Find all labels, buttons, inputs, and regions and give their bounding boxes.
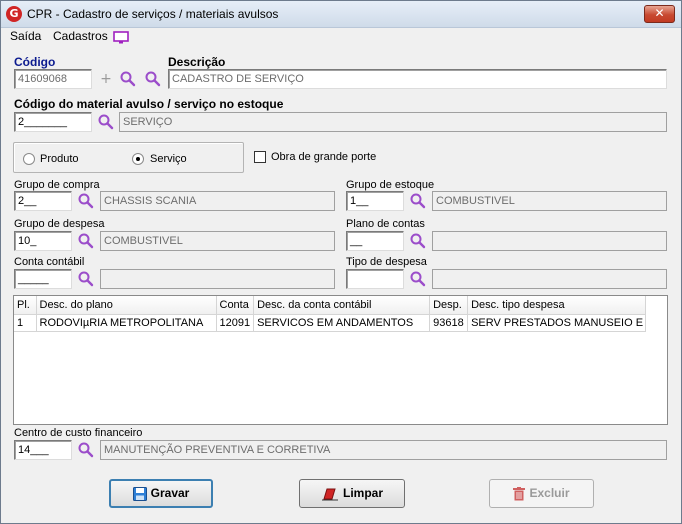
monitor-icon[interactable] [113,31,129,44]
search-plano-contas-icon[interactable] [409,232,427,250]
grid-header-desc-plano[interactable]: Desc. do plano [36,296,217,315]
grid-cell-desp[interactable]: 93618 [429,314,469,332]
codigo-field[interactable]: 41609068 [14,69,92,89]
search-material-icon[interactable] [97,113,115,131]
search-conta-contabil-icon[interactable] [77,270,95,288]
centro-custo-code[interactable]: 14___ [14,440,72,460]
search-description-icon[interactable] [144,70,162,88]
limpar-button[interactable]: Limpar [299,479,405,508]
grid-header-desc-conta[interactable]: Desc. da conta contábil [253,296,431,315]
produto-radio[interactable] [23,153,35,165]
excluir-label: Excluir [529,486,570,500]
table-row[interactable]: 1 RODOVIµRIA METROPOLITANA 12091 SERVICO… [14,314,647,332]
add-icon[interactable]: + [99,72,113,86]
plano-grid[interactable]: Pl. Desc. do plano Conta Desc. da conta … [13,295,668,425]
gravar-button[interactable]: Gravar [109,479,213,508]
title-bar[interactable]: G CPR - Cadastro de serviços / materiais… [1,1,681,28]
conta-contabil-label: Conta contábil [14,256,85,268]
conta-contabil-desc [100,269,335,289]
save-icon [132,486,147,501]
limpar-label: Limpar [342,486,383,500]
search-tipo-despesa-icon[interactable] [409,270,427,288]
plano-contas-desc [432,231,667,251]
grupo-compra-label: Grupo de compra [14,179,100,191]
centro-custo-label: Centro de custo financeiro [14,427,143,439]
grid-header-conta[interactable]: Conta [216,296,255,315]
plano-contas-label: Plano de contas [346,218,425,230]
search-grupo-compra-icon[interactable] [77,192,95,210]
grid-header-desc-despesa[interactable]: Desc. tipo despesa [467,296,647,315]
tipo-despesa-code[interactable] [346,269,404,289]
descricao-field[interactable]: CADASTRO DE SERVIÇO [168,69,667,89]
material-estoque-label: Código do material avulso / serviço no e… [14,97,284,111]
servico-label[interactable]: Serviço [150,153,187,165]
menu-saida[interactable]: Saída [10,29,41,43]
servico-radio[interactable] [132,153,144,165]
gravar-label: Gravar [150,486,190,500]
grid-cell-desc-despesa[interactable]: SERV PRESTADOS MANUSEIO E T [467,314,647,332]
search-icon[interactable] [119,70,137,88]
grid-cell-conta[interactable]: 12091 [216,314,255,332]
app-logo-icon: G [6,6,22,22]
grupo-compra-code[interactable]: 2__ [14,191,72,211]
grupo-estoque-desc: COMBUSTIVEL [432,191,667,211]
descricao-label: Descrição [168,55,226,69]
grid-cell-pl[interactable]: 1 [14,314,37,332]
excluir-button[interactable]: Excluir [489,479,594,508]
obra-label[interactable]: Obra de grande porte [271,151,376,163]
material-code-field[interactable]: 2_______ [14,112,92,132]
menu-bar: Saída Cadastros [1,28,681,46]
grupo-despesa-desc: COMBUSTIVEL [100,231,335,251]
close-button[interactable]: ✕ [644,5,675,23]
search-centro-custo-icon[interactable] [77,441,95,459]
obra-checkbox[interactable] [254,151,266,163]
grupo-compra-desc: CHASSIS SCANIA [100,191,335,211]
grupo-estoque-label: Grupo de estoque [346,179,435,191]
material-desc-field: SERVIÇO [119,112,667,132]
trash-icon [513,486,526,501]
grupo-despesa-code[interactable]: 10_ [14,231,72,251]
window-title: CPR - Cadastro de serviços / materiais a… [27,7,279,21]
search-grupo-estoque-icon[interactable] [409,192,427,210]
tipo-despesa-label: Tipo de despesa [346,256,427,268]
grid-header-desp[interactable]: Desp. [429,296,469,315]
plano-contas-code[interactable]: __ [346,231,404,251]
eraser-icon [321,488,338,501]
grid-cell-desc-conta[interactable]: SERVICOS EM ANDAMENTOS [253,314,431,332]
grid-header-pl[interactable]: Pl. [14,296,37,315]
grid-cell-desc-plano[interactable]: RODOVIµRIA METROPOLITANA [36,314,217,332]
grid-header-row: Pl. Desc. do plano Conta Desc. da conta … [14,296,647,315]
centro-custo-desc: MANUTENÇÃO PREVENTIVA E CORRETIVA [100,440,667,460]
tipo-despesa-desc [432,269,667,289]
grupo-despesa-label: Grupo de despesa [14,218,105,230]
menu-cadastros[interactable]: Cadastros [53,29,108,43]
grupo-estoque-code[interactable]: 1__ [346,191,404,211]
main-window: G CPR - Cadastro de serviços / materiais… [0,0,682,524]
conta-contabil-code[interactable]: _____ [14,269,72,289]
search-grupo-despesa-icon[interactable] [77,232,95,250]
codigo-label: Código [14,55,56,69]
produto-label[interactable]: Produto [40,153,79,165]
